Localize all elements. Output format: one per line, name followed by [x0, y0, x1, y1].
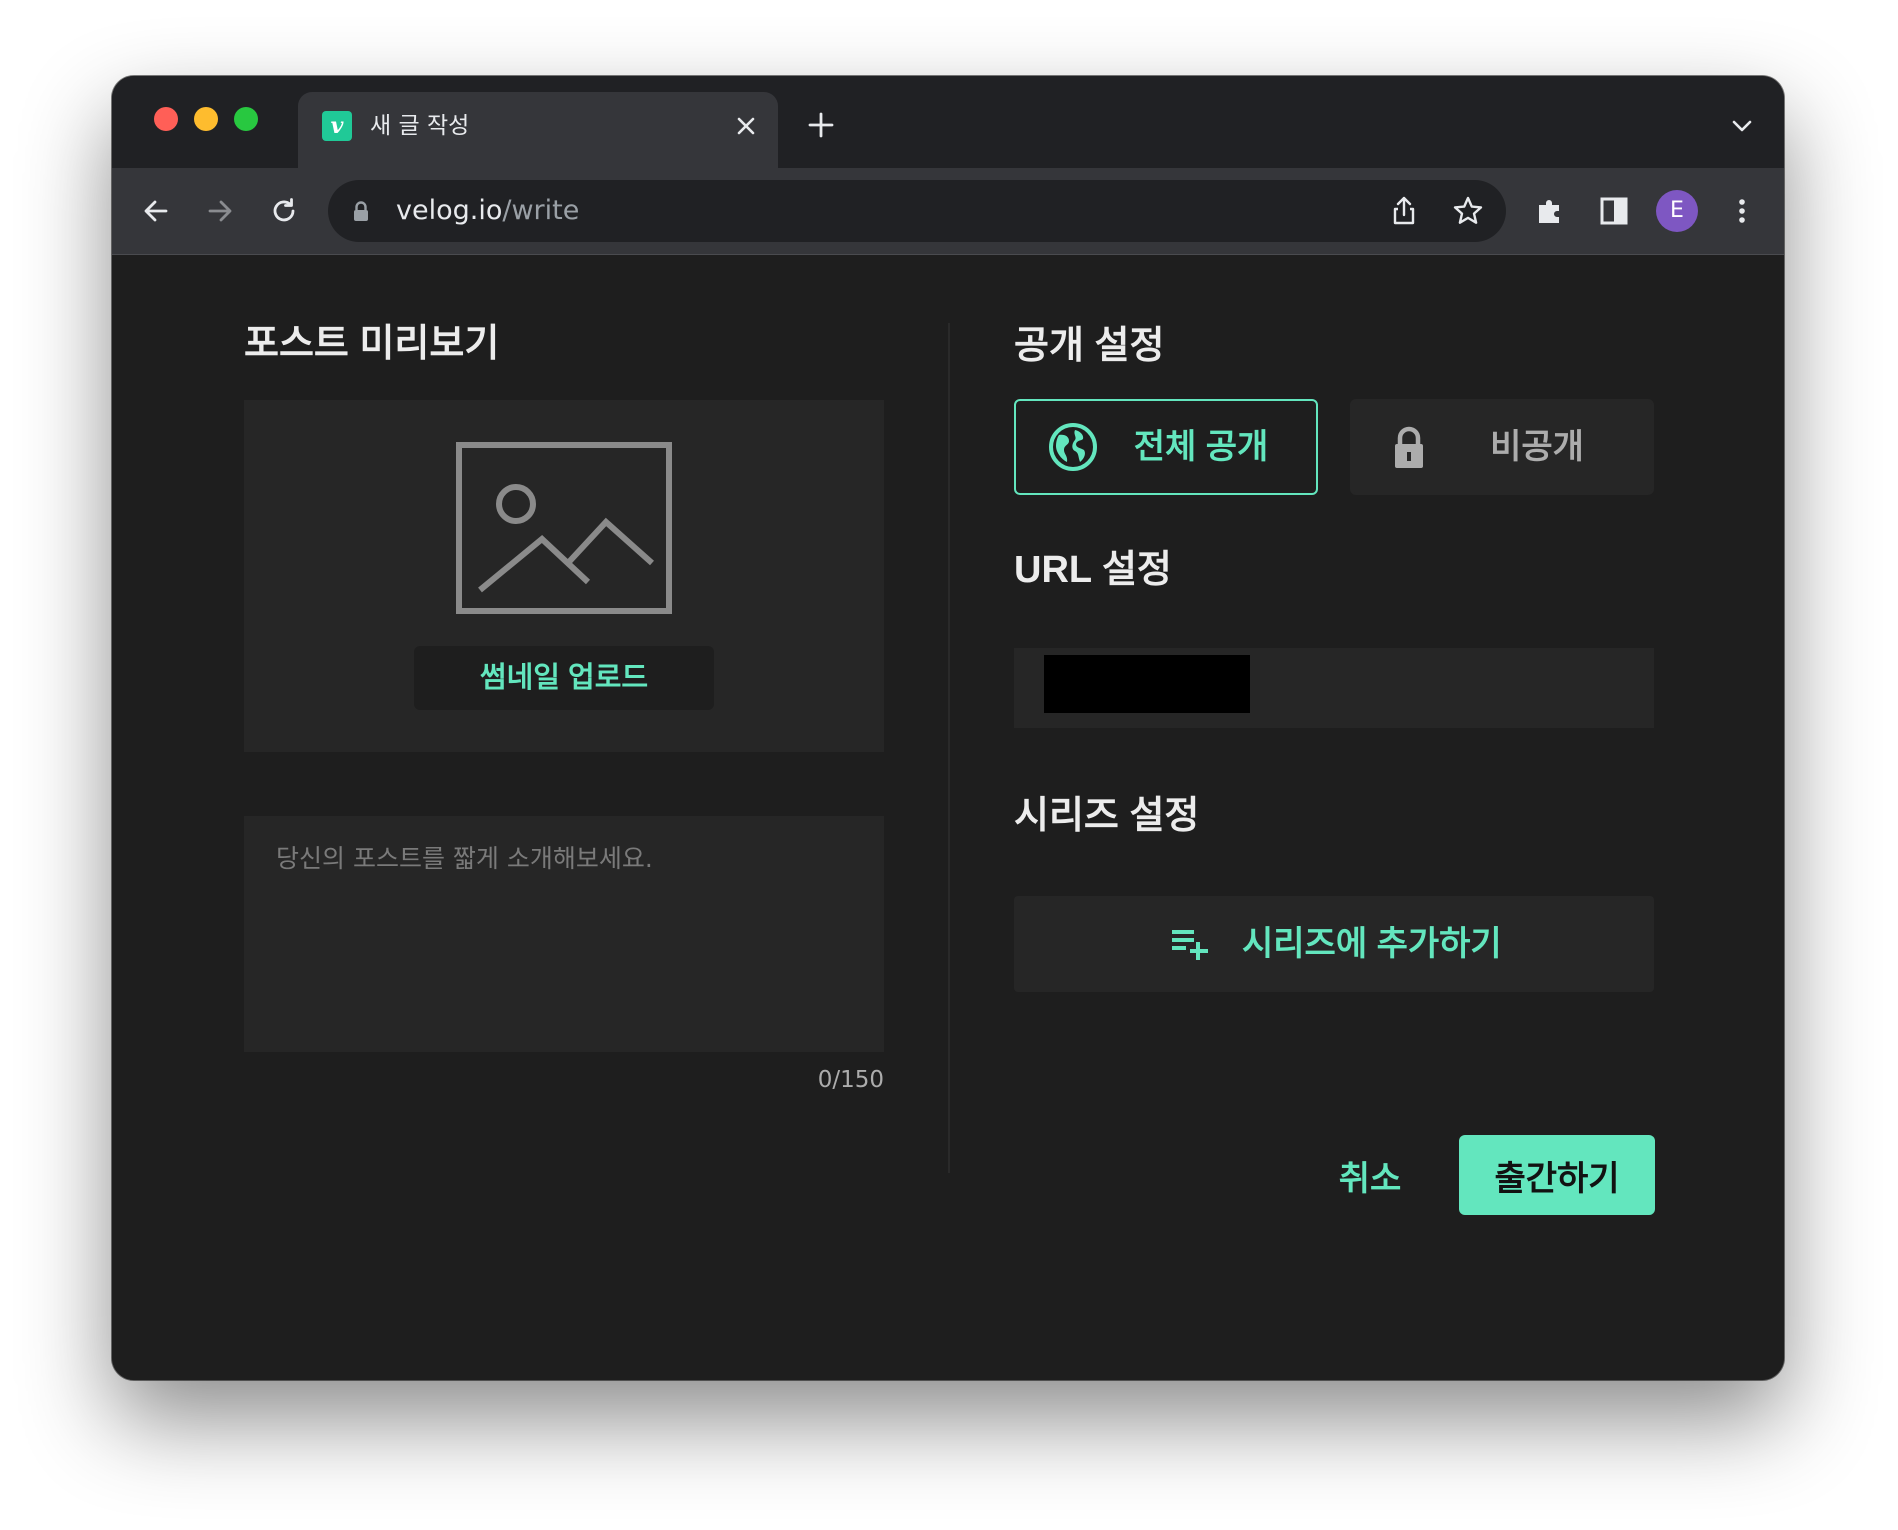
- publish-button[interactable]: 출간하기: [1459, 1135, 1655, 1215]
- browser-toolbar: velog.io/write E: [112, 168, 1784, 255]
- url-host: velog.io: [396, 195, 503, 226]
- extensions-puzzle-icon[interactable]: [1530, 191, 1570, 231]
- velog-favicon-icon: v: [322, 111, 352, 141]
- star-icon[interactable]: [1448, 191, 1488, 231]
- tab-write[interactable]: v 새 글 작성: [298, 92, 778, 168]
- reload-icon[interactable]: [264, 191, 304, 231]
- forward-arrow-icon[interactable]: [200, 191, 240, 231]
- more-vertical-icon[interactable]: [1722, 191, 1762, 231]
- profile-avatar[interactable]: E: [1656, 190, 1698, 232]
- lock-icon: [354, 201, 368, 221]
- url-title: URL 설정: [1014, 549, 1172, 591]
- back-arrow-icon[interactable]: [136, 191, 176, 231]
- close-window-button[interactable]: [154, 107, 178, 131]
- share-icon[interactable]: [1384, 191, 1424, 231]
- playlist-add-icon: [1172, 930, 1208, 960]
- tab-strip: v 새 글 작성: [112, 76, 1784, 168]
- chevron-down-icon[interactable]: [1730, 116, 1754, 136]
- image-placeholder-icon: [456, 442, 672, 614]
- address-bar[interactable]: velog.io/write: [328, 180, 1506, 242]
- series-title: 시리즈 설정: [1014, 795, 1200, 837]
- url-text: velog.io/write: [396, 196, 579, 226]
- char-counter: 0/150: [817, 1067, 884, 1093]
- thumbnail-area: 썸네일 업로드: [244, 400, 884, 752]
- visibility-public-button[interactable]: 전체 공개: [1014, 399, 1318, 495]
- visibility-title: 공개 설정: [1014, 325, 1165, 367]
- new-tab-icon[interactable]: [806, 110, 836, 140]
- thumbnail-upload-button[interactable]: 썸네일 업로드: [414, 646, 714, 710]
- tab-title: 새 글 작성: [370, 113, 470, 139]
- side-panel-icon[interactable]: [1594, 191, 1634, 231]
- lock-icon: [1395, 426, 1423, 468]
- add-to-series-label: 시리즈에 추가하기: [1242, 925, 1502, 963]
- section-divider: [948, 323, 950, 1173]
- close-icon[interactable]: [734, 114, 758, 138]
- visibility-public-label: 전체 공개: [1133, 428, 1269, 466]
- visibility-private-button[interactable]: 비공개: [1350, 399, 1654, 495]
- preview-title: 포스트 미리보기: [244, 323, 500, 365]
- redacted-url-block: [1044, 655, 1250, 713]
- url-path: /write: [502, 195, 580, 226]
- globe-icon: [1049, 423, 1097, 471]
- minimize-window-button[interactable]: [194, 107, 218, 131]
- browser-window: v 새 글 작성 velog.io/write E 포스트 미리보기 썸네일 업…: [112, 76, 1784, 1380]
- zoom-window-button[interactable]: [234, 107, 258, 131]
- publish-screen: 포스트 미리보기 썸네일 업로드 0/150 공개 설정: [112, 255, 1784, 1380]
- visibility-private-label: 비공개: [1490, 428, 1584, 466]
- description-input[interactable]: [244, 816, 884, 1052]
- add-to-series-button[interactable]: 시리즈에 추가하기: [1014, 896, 1654, 992]
- cancel-button[interactable]: 취소: [1314, 1135, 1426, 1215]
